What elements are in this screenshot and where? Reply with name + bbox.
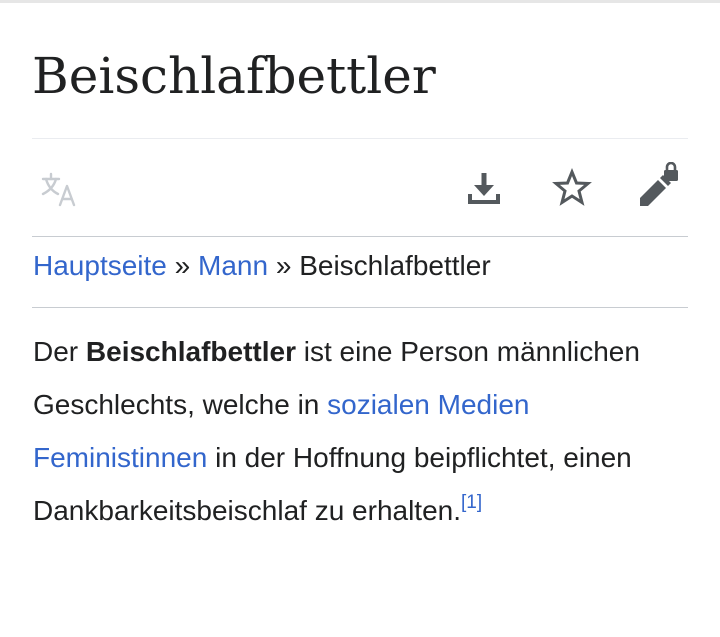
download-button[interactable] — [460, 164, 508, 212]
star-icon — [552, 168, 592, 206]
citation-superscript: [1] — [461, 492, 482, 513]
article-bold-term: Beischlafbettler — [85, 336, 296, 367]
edit-button[interactable] — [632, 162, 680, 210]
article-text: Der — [33, 336, 86, 367]
language-button[interactable] — [36, 166, 84, 214]
top-edge-line — [0, 0, 720, 3]
breadcrumb-separator: » — [174, 250, 199, 281]
breadcrumb-link-mann[interactable]: Mann — [198, 250, 268, 281]
breadcrumb-separator: » — [275, 250, 300, 281]
translate-icon — [41, 172, 76, 207]
watch-button[interactable] — [548, 164, 596, 212]
breadcrumb-divider — [32, 307, 688, 308]
breadcrumb-link-hauptseite[interactable]: Hauptseite — [33, 250, 167, 281]
breadcrumb: Hauptseite » Mann » Beischlafbettler — [33, 246, 491, 286]
article-paragraph: Der Beischlafbettler ist eine Person män… — [33, 325, 693, 537]
edit-locked-icon — [640, 162, 678, 206]
title-divider — [32, 138, 688, 139]
citation-link[interactable]: [1] — [461, 492, 482, 513]
toolbar-divider — [32, 236, 688, 237]
breadcrumb-current: Beischlafbettler — [299, 250, 491, 281]
download-icon — [468, 173, 500, 204]
page-title: Beischlafbettler — [32, 47, 436, 105]
